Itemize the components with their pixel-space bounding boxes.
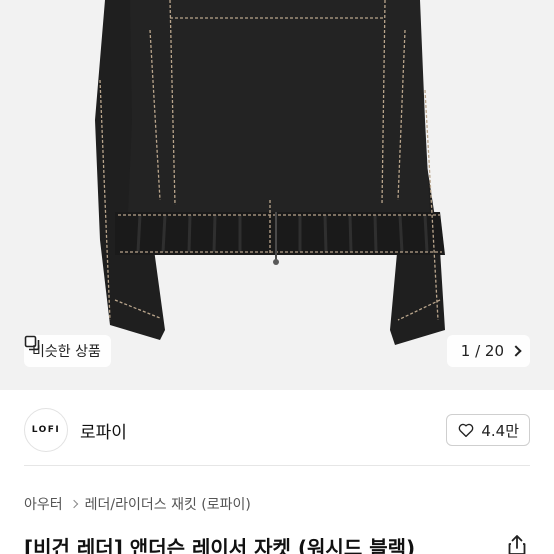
similar-items-label: 비슷한 상품 (32, 344, 101, 360)
section-divider (24, 465, 530, 466)
product-photo (0, 0, 554, 390)
chevron-right-icon (69, 499, 78, 509)
like-button[interactable]: 4.4만 (446, 414, 530, 446)
heart-icon (459, 423, 474, 438)
breadcrumb-item-leather[interactable]: 레더/라이더스 재킷 (로파이) (85, 494, 251, 514)
image-counter-text: 1 / 20 (460, 342, 504, 360)
similar-items-button[interactable]: 비슷한 상품 (24, 335, 111, 367)
share-icon[interactable] (506, 534, 528, 554)
similar-items-icon (24, 335, 40, 351)
breadcrumb-item-outer[interactable]: 아우터 (24, 494, 63, 514)
product-title: [비건 레더] 앤더슨 레이서 자켓 (워시드 블랙) (24, 536, 416, 554)
chevron-right-icon (510, 345, 522, 357)
seller-logo-text: LOFI (31, 425, 61, 435)
breadcrumb: 아우터 레더/라이더스 재킷 (로파이) (24, 494, 251, 514)
seller-name[interactable]: 로파이 (80, 418, 127, 443)
like-count: 4.4만 (481, 421, 519, 440)
seller-row[interactable]: LOFI 로파이 4.4만 (0, 390, 554, 470)
image-counter[interactable]: 1 / 20 (446, 335, 530, 367)
seller-logo[interactable]: LOFI (24, 408, 68, 452)
product-image-area[interactable]: 비슷한 상품 1 / 20 (0, 0, 554, 390)
